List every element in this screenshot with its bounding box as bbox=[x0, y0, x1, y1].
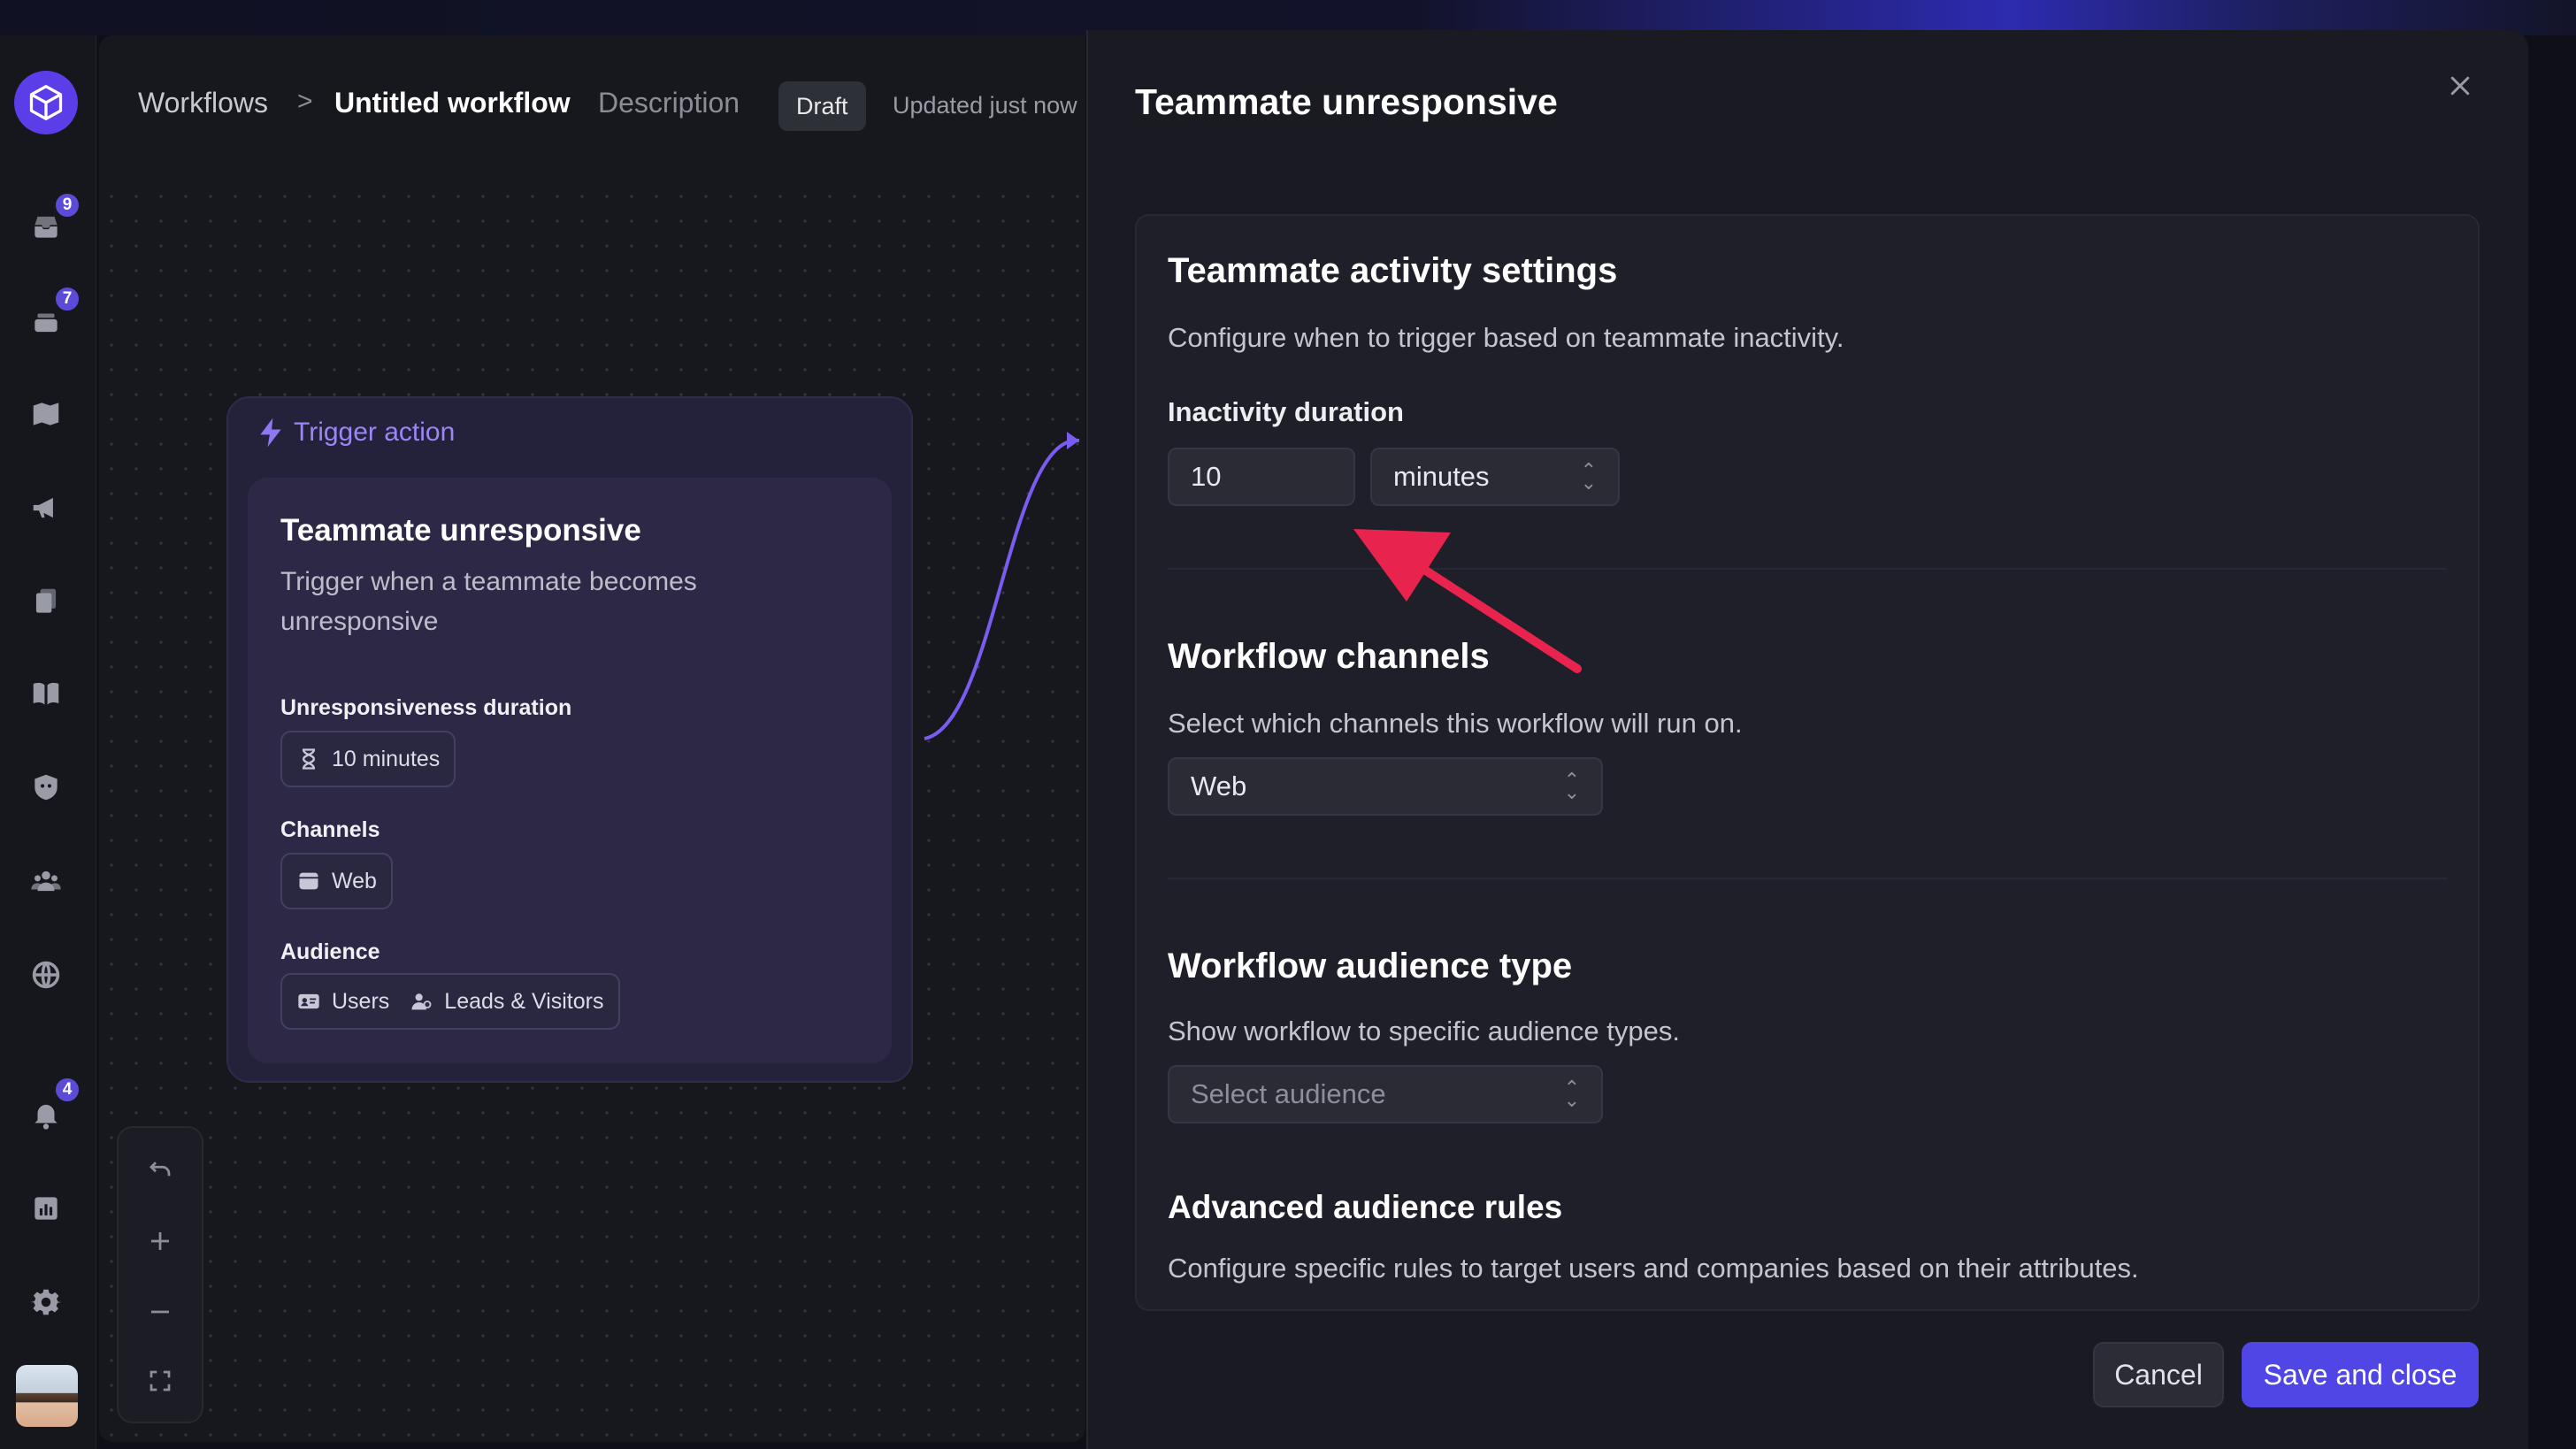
duration-chip-value: 10 minutes bbox=[332, 746, 441, 771]
channels-section-title: Workflow channels bbox=[1168, 637, 1490, 676]
inactivity-duration-label: Inactivity duration bbox=[1168, 396, 1404, 427]
audience-section-title: Workflow audience type bbox=[1168, 947, 1573, 985]
advanced-rules-description: Configure specific rules to target users… bbox=[1168, 1253, 2139, 1284]
chevron-updown-icon: ⌃ ⌄ bbox=[1563, 1077, 1580, 1111]
channels-select-value: Web bbox=[1191, 770, 1247, 801]
audience-leads-value: Leads & Visitors bbox=[444, 988, 604, 1014]
tickets-count-badge: 7 bbox=[53, 285, 81, 313]
cancel-button[interactable]: Cancel bbox=[2093, 1342, 2224, 1407]
workflow-description-link[interactable]: Description bbox=[598, 87, 740, 119]
notifications-count-badge: 4 bbox=[53, 1076, 81, 1104]
leads-visitors-icon bbox=[411, 993, 432, 1010]
chevron-updown-icon: ⌃ ⌄ bbox=[1580, 459, 1597, 494]
app-logo-icon[interactable] bbox=[14, 71, 78, 134]
chevron-updown-icon: ⌃ ⌄ bbox=[1563, 769, 1580, 803]
workflow-name-title[interactable]: Untitled workflow bbox=[334, 87, 571, 119]
audience-select[interactable]: Select audience ⌃ ⌄ bbox=[1168, 1065, 1603, 1123]
reports-icon[interactable] bbox=[27, 1189, 65, 1228]
activity-section-description: Configure when to trigger based on teamm… bbox=[1168, 322, 1844, 353]
map-icon[interactable] bbox=[27, 395, 65, 433]
browser-window-icon bbox=[299, 872, 318, 890]
advanced-rules-title: Advanced audience rules bbox=[1168, 1189, 1563, 1225]
inbox-count-badge: 9 bbox=[53, 191, 81, 219]
updated-timestamp: Updated just now bbox=[893, 92, 1077, 119]
knowledge-book-icon[interactable] bbox=[27, 674, 65, 713]
activity-section-title: Teammate activity settings bbox=[1168, 251, 1618, 290]
hourglass-icon bbox=[302, 748, 316, 770]
duration-chip: 10 minutes bbox=[280, 731, 456, 787]
section-divider bbox=[1168, 878, 2447, 879]
trigger-node-title: Teammate unresponsive bbox=[280, 513, 641, 548]
contacts-icon[interactable] bbox=[27, 862, 65, 901]
trigger-node-description: Trigger when a teammate becomes unrespon… bbox=[280, 567, 697, 636]
breadcrumb-separator: > bbox=[297, 87, 313, 116]
zoom-out-icon[interactable] bbox=[140, 1292, 180, 1332]
duration-unit-value: minutes bbox=[1393, 461, 1490, 492]
user-card-icon bbox=[298, 993, 319, 1009]
audience-users-value: Users bbox=[332, 988, 390, 1014]
trigger-node-header-label: Trigger action bbox=[294, 418, 456, 447]
inactivity-duration-input[interactable]: 10 bbox=[1168, 448, 1355, 506]
status-badge-draft: Draft bbox=[778, 81, 866, 131]
breadcrumb-workflows-link[interactable]: Workflows bbox=[138, 87, 268, 119]
audience-label: Audience bbox=[280, 939, 380, 964]
channels-chip: Web bbox=[280, 853, 393, 909]
close-icon[interactable] bbox=[2442, 68, 2478, 104]
audience-chip: Users Leads & Visitors bbox=[280, 973, 620, 1030]
duration-label: Unresponsiveness duration bbox=[280, 695, 572, 720]
node-connector-line bbox=[924, 432, 1080, 740]
trigger-node-header: Trigger action bbox=[258, 418, 455, 448]
channels-section-description: Select which channels this workflow will… bbox=[1168, 708, 1743, 739]
channels-label: Channels bbox=[280, 817, 380, 842]
channels-select[interactable]: Web ⌃ ⌄ bbox=[1168, 757, 1603, 816]
duration-unit-select[interactable]: minutes ⌃ ⌄ bbox=[1370, 448, 1620, 506]
globe-icon[interactable] bbox=[27, 955, 65, 994]
audience-section-description: Show workflow to specific audience types… bbox=[1168, 1016, 1680, 1046]
user-avatar[interactable] bbox=[16, 1365, 78, 1427]
megaphone-icon[interactable] bbox=[27, 488, 65, 527]
channels-chip-value: Web bbox=[332, 868, 377, 893]
settings-gear-icon[interactable] bbox=[27, 1283, 65, 1322]
panel-title: Teammate unresponsive bbox=[1135, 81, 1558, 122]
app-sidebar bbox=[0, 35, 96, 1449]
zoom-in-icon[interactable] bbox=[140, 1221, 180, 1261]
undo-icon[interactable] bbox=[140, 1150, 180, 1191]
save-and-close-button[interactable]: Save and close bbox=[2242, 1342, 2479, 1407]
lightning-icon bbox=[260, 418, 281, 448]
inactivity-duration-value: 10 bbox=[1191, 461, 1222, 492]
audience-select-placeholder: Select audience bbox=[1191, 1078, 1386, 1109]
fit-view-icon[interactable] bbox=[140, 1361, 180, 1401]
bot-icon[interactable] bbox=[27, 768, 65, 807]
section-divider bbox=[1168, 568, 2447, 570]
articles-icon[interactable] bbox=[27, 582, 65, 621]
